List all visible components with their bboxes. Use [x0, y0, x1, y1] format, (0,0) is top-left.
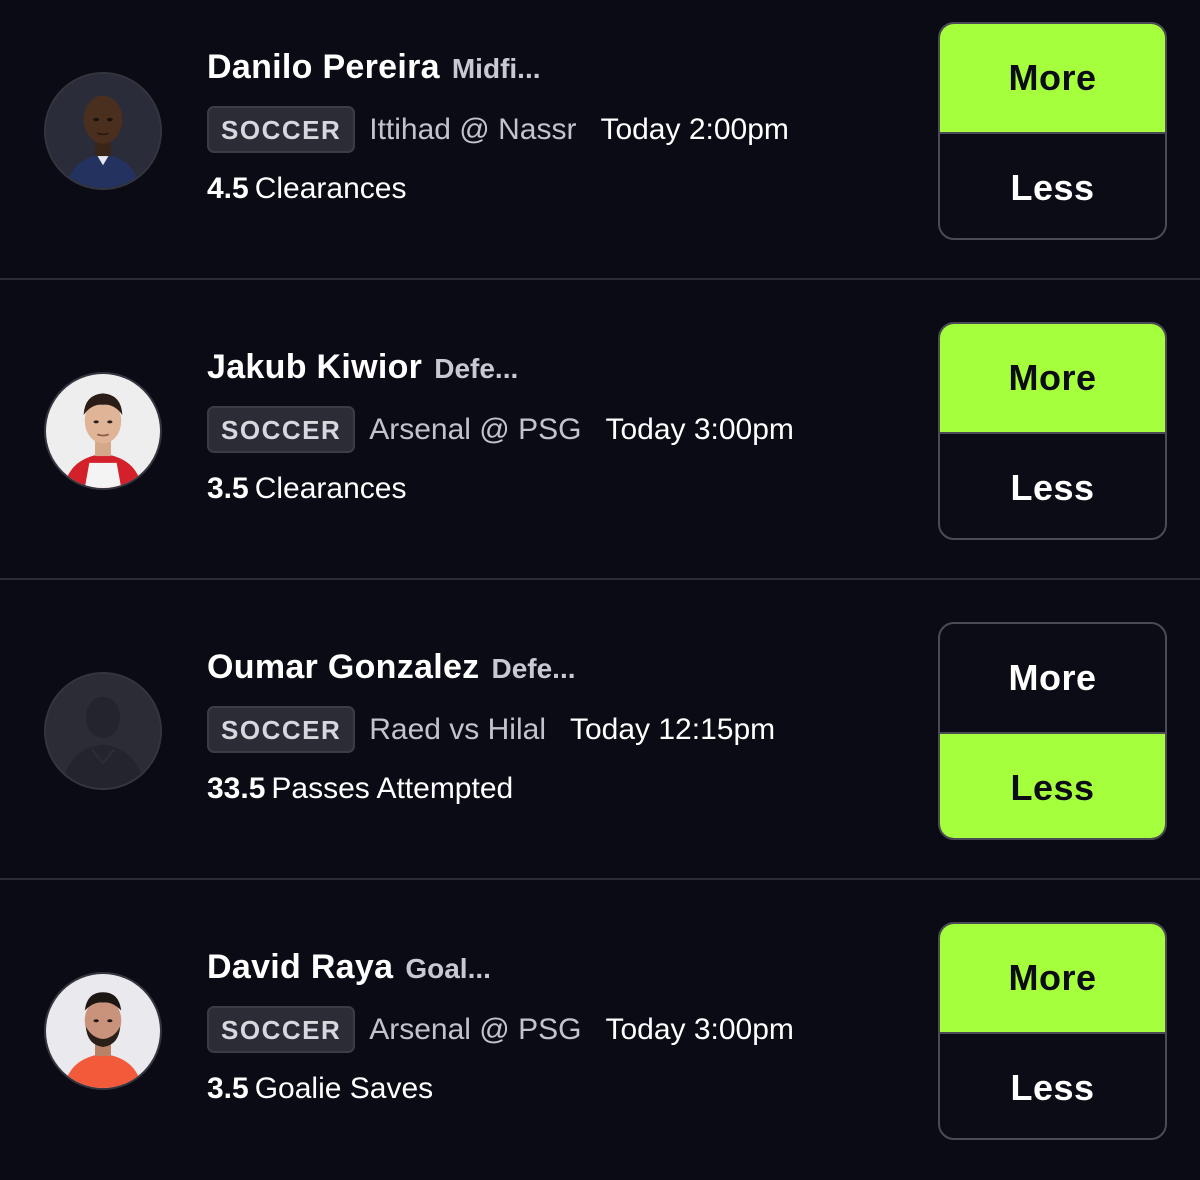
prop-line-value: 3.5	[207, 1072, 249, 1105]
projection-card[interactable]: David Raya Goal... SOCCER Arsenal @ PSG T…	[0, 880, 1200, 1180]
prop-stat-name: Passes Attempted	[271, 772, 514, 805]
prop-row: 33.5 Passes Attempted	[207, 772, 513, 806]
sport-badge: SOCCER	[207, 1006, 356, 1053]
sport-badge: SOCCER	[207, 406, 356, 453]
game-info-row: SOCCER Ittihad @ Nassr Today 2:00pm	[207, 106, 789, 153]
player-avatar	[44, 72, 162, 190]
matchup: Ittihad @ Nassr	[369, 112, 577, 146]
less-button[interactable]: Less	[940, 132, 1165, 238]
game-info-row: SOCCER Arsenal @ PSG Today 3:00pm	[207, 1006, 794, 1053]
pick-toggle: More Less	[938, 622, 1167, 840]
projection-card[interactable]: Jakub Kiwior Defe... SOCCER Arsenal @ PSG…	[0, 280, 1200, 580]
player-name-row: Oumar Gonzalez Defe...	[207, 648, 576, 687]
player-avatar	[44, 372, 162, 490]
more-button[interactable]: More	[940, 624, 1165, 732]
player-name-row: Danilo Pereira Midfi...	[207, 48, 541, 87]
prop-row: 4.5 Clearances	[207, 172, 406, 206]
matchup: Arsenal @ PSG	[369, 412, 582, 446]
player-name-row: Jakub Kiwior Defe...	[207, 348, 518, 387]
prop-line-value: 33.5	[207, 772, 266, 805]
player-name-row: David Raya Goal...	[207, 948, 491, 987]
more-button[interactable]: More	[940, 924, 1165, 1032]
matchup: Arsenal @ PSG	[369, 1012, 582, 1046]
pick-toggle: More Less	[938, 22, 1167, 240]
prop-stat-name: Goalie Saves	[254, 1072, 434, 1105]
player-name: David Raya	[207, 948, 394, 986]
game-time: Today 3:00pm	[605, 412, 794, 446]
prop-stat-name: Clearances	[254, 172, 407, 205]
player-name: Oumar Gonzalez	[207, 648, 480, 686]
player-position: Goal...	[405, 953, 491, 984]
matchup: Raed vs Hilal	[369, 712, 546, 746]
less-button[interactable]: Less	[940, 1032, 1165, 1138]
player-photo-icon	[46, 974, 160, 1088]
prop-line-value: 3.5	[207, 472, 249, 505]
less-button[interactable]: Less	[940, 732, 1165, 838]
prop-row: 3.5 Goalie Saves	[207, 1072, 433, 1106]
player-name: Jakub Kiwior	[207, 348, 423, 386]
player-position: Midfi...	[451, 53, 541, 84]
player-position: Defe...	[434, 353, 519, 384]
player-avatar	[44, 972, 162, 1090]
more-button[interactable]: More	[940, 324, 1165, 432]
pick-toggle: More Less	[938, 922, 1167, 1140]
prop-line-value: 4.5	[207, 172, 249, 205]
projection-card[interactable]: Danilo Pereira Midfi... SOCCER Ittihad @ …	[0, 0, 1200, 280]
player-photo-icon	[46, 374, 160, 488]
game-info-row: SOCCER Arsenal @ PSG Today 3:00pm	[207, 406, 794, 453]
game-info-row: SOCCER Raed vs Hilal Today 12:15pm	[207, 706, 775, 753]
less-button[interactable]: Less	[940, 432, 1165, 538]
player-avatar	[44, 672, 162, 790]
sport-badge: SOCCER	[207, 706, 356, 753]
player-name: Danilo Pereira	[207, 48, 440, 86]
pick-toggle: More Less	[938, 322, 1167, 540]
prop-row: 3.5 Clearances	[207, 472, 406, 506]
game-time: Today 3:00pm	[605, 1012, 794, 1046]
projection-card[interactable]: Oumar Gonzalez Defe... SOCCER Raed vs Hil…	[0, 580, 1200, 880]
prop-stat-name: Clearances	[254, 472, 407, 505]
game-time: Today 12:15pm	[569, 712, 776, 746]
game-time: Today 2:00pm	[600, 112, 789, 146]
player-photo-icon	[46, 74, 160, 188]
placeholder-silhouette-icon	[46, 674, 160, 788]
projection-list: Danilo Pereira Midfi... SOCCER Ittihad @ …	[0, 0, 1200, 1180]
more-button[interactable]: More	[940, 24, 1165, 132]
player-position: Defe...	[491, 653, 576, 684]
sport-badge: SOCCER	[207, 106, 356, 153]
